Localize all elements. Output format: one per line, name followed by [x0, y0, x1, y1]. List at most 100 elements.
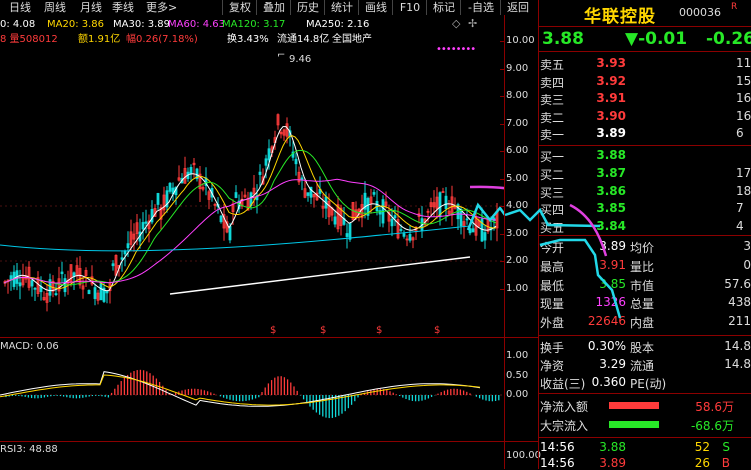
- toolbar: 复权 叠加 历史 统计 画线 F10 标记 -自选 返回: [222, 0, 538, 15]
- candle: [372, 189, 376, 197]
- candle: [441, 187, 445, 193]
- draw-line-button[interactable]: 画线: [358, 0, 393, 15]
- candle: [483, 224, 487, 249]
- stat-label: 市值: [630, 278, 655, 293]
- candle: [390, 208, 394, 237]
- history-button[interactable]: 历史: [290, 0, 325, 15]
- chart-divider-1: [0, 337, 538, 338]
- period-tabs: 日线 周线 月线 季线 更多>: [0, 0, 222, 15]
- candle: [96, 289, 100, 305]
- fund-value: 14.8: [724, 357, 751, 372]
- candle: [33, 287, 37, 302]
- fund-value: 14.8: [724, 339, 751, 353]
- tab-weekly[interactable]: 周线: [44, 0, 66, 15]
- candle: [408, 224, 412, 243]
- ask-price[interactable]: 3.92: [584, 74, 626, 88]
- candle: [12, 265, 16, 290]
- price-divider: [538, 51, 751, 52]
- price-axis-label: 7.00: [506, 117, 529, 129]
- candle: [366, 196, 370, 220]
- event-marker[interactable]: $: [434, 325, 440, 336]
- fund-label: 收益(三): [540, 377, 586, 392]
- bid-price[interactable]: 3.86: [584, 184, 626, 198]
- candle: [243, 188, 247, 199]
- header-divider: [538, 26, 751, 27]
- candle: [276, 113, 280, 130]
- bid-price[interactable]: 3.84: [584, 219, 626, 233]
- stock-code: 000036: [679, 6, 721, 19]
- stat-value: 0: [743, 257, 751, 272]
- candle: [45, 284, 49, 312]
- macd-chart[interactable]: [0, 340, 505, 440]
- ask-price[interactable]: 3.89: [584, 126, 626, 140]
- tick-time: 14:56: [540, 456, 575, 470]
- stock-flag: R: [731, 2, 738, 12]
- amplitude-info: 幅0.26(7.18%): [126, 34, 198, 45]
- tick-price: 3.88: [599, 440, 626, 454]
- price-axis-tick: [500, 288, 504, 290]
- candle: [321, 193, 325, 218]
- stat-label: 总量: [630, 297, 655, 312]
- candle: [156, 192, 160, 210]
- turnover-info: 换3.43%: [227, 34, 269, 45]
- candle: [30, 278, 34, 297]
- event-marker[interactable]: $: [270, 325, 276, 336]
- ma30-value: MA30: 3.89: [113, 19, 171, 30]
- candle: [48, 273, 52, 303]
- bid-label: 买四: [540, 203, 565, 218]
- candle: [72, 271, 76, 290]
- price-axis-label: 10.00: [506, 35, 535, 46]
- mark-button[interactable]: 标记: [426, 0, 461, 15]
- candle: [384, 191, 388, 209]
- candle: [177, 165, 181, 182]
- ask-price[interactable]: 3.90: [584, 109, 626, 123]
- bid-volume: 18: [736, 183, 751, 198]
- price-axis-label: 3.00: [506, 227, 529, 239]
- bid-price[interactable]: 3.88: [584, 148, 626, 162]
- stats-divider: [538, 335, 751, 336]
- statistics-button[interactable]: 统计: [324, 0, 359, 15]
- event-marker[interactable]: $: [320, 325, 326, 336]
- adjust-button[interactable]: 复权: [222, 0, 257, 15]
- candle: [162, 186, 166, 216]
- bid-price[interactable]: 3.85: [584, 201, 626, 215]
- candle: [198, 166, 202, 202]
- stat-label: 最高: [540, 259, 565, 274]
- amount-info: 额1.91亿: [78, 34, 121, 45]
- self-select-button[interactable]: -自选: [460, 0, 501, 15]
- stat-label: 内盘: [630, 316, 655, 331]
- candle: [24, 266, 28, 283]
- expand-icon[interactable]: ✢: [468, 17, 477, 30]
- ma20-value: MA20: 3.86: [47, 19, 105, 30]
- rsi-chart: [0, 442, 505, 469]
- tab-more[interactable]: 更多>: [146, 0, 177, 15]
- stat-value: 3.85: [599, 276, 626, 291]
- kline-chart[interactable]: [0, 47, 505, 337]
- tab-daily[interactable]: 日线: [9, 0, 31, 15]
- bid-price[interactable]: 3.87: [584, 166, 626, 180]
- tab-monthly[interactable]: 月线: [80, 0, 102, 15]
- candle: [420, 206, 424, 238]
- price-axis-label: 4.00: [506, 200, 529, 211]
- back-button[interactable]: 返回: [500, 0, 535, 15]
- stat-value: 211: [728, 314, 751, 329]
- overlay-button[interactable]: 叠加: [256, 0, 291, 15]
- diamond-icon[interactable]: ◇: [452, 17, 460, 30]
- tab-quarterly[interactable]: 季线: [112, 0, 134, 15]
- candle: [450, 185, 454, 226]
- candle: [207, 189, 211, 210]
- candle: [204, 167, 208, 196]
- flow-bar: [609, 402, 659, 409]
- event-marker[interactable]: $: [376, 325, 382, 336]
- price-change: ▼-0.01: [625, 29, 688, 49]
- ask-volume: 6: [736, 126, 744, 141]
- candle: [318, 176, 322, 197]
- book-divider-2: [538, 235, 751, 236]
- ask-price[interactable]: 3.91: [584, 91, 626, 105]
- candle: [57, 266, 61, 305]
- candle: [132, 223, 136, 252]
- fund-label: 流通: [630, 359, 655, 374]
- f10-button[interactable]: F10: [392, 0, 427, 15]
- candle: [300, 175, 304, 191]
- ask-price[interactable]: 3.93: [584, 56, 626, 70]
